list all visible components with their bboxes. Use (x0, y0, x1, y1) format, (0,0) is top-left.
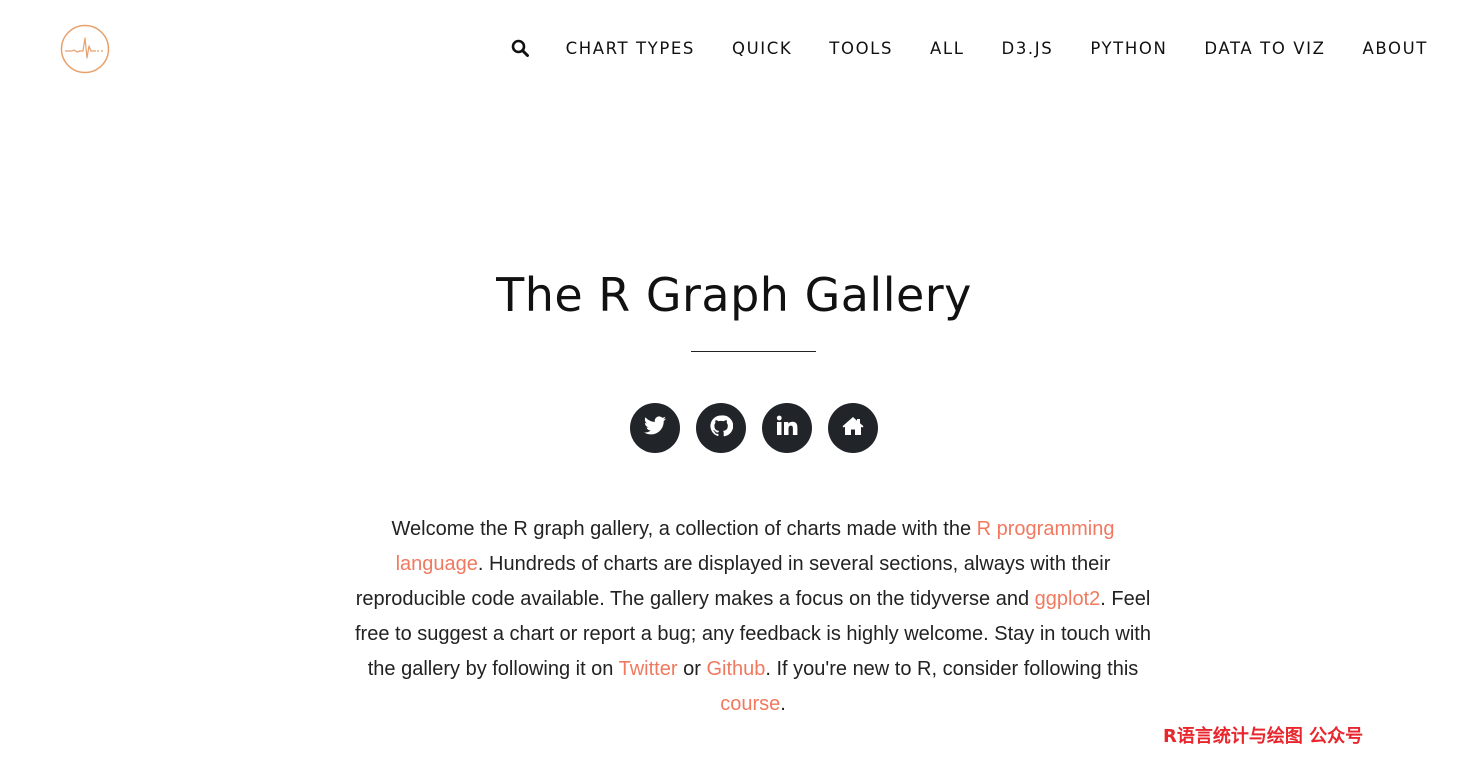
nav-menu: CHART TYPES QUICK TOOLS ALL D3.JS PYTHON… (511, 0, 1428, 96)
home-button[interactable] (828, 403, 878, 453)
navbar: CHART TYPES QUICK TOOLS ALL D3.JS PYTHON… (0, 0, 1468, 96)
title-divider (691, 351, 816, 352)
nav-item-about[interactable]: ABOUT (1363, 39, 1428, 58)
search-icon[interactable] (511, 39, 529, 57)
intro-paragraph: Welcome the R graph gallery, a collectio… (349, 512, 1157, 722)
watermark-text: R语言统计与绘图 公众号 (1163, 726, 1364, 747)
nav-item-d3js[interactable]: D3.JS (1002, 39, 1054, 58)
twitter-icon (643, 414, 667, 443)
nav-item-data-to-viz[interactable]: DATA TO VIZ (1204, 39, 1325, 58)
github-button[interactable] (696, 403, 746, 453)
page: CHART TYPES QUICK TOOLS ALL D3.JS PYTHON… (0, 0, 1468, 771)
nav-item-tools[interactable]: TOOLS (829, 39, 893, 58)
nav-item-chart-types[interactable]: CHART TYPES (566, 39, 695, 58)
intro-text-4: or (677, 658, 707, 680)
course-link[interactable]: course (720, 693, 780, 715)
intro-text-1: Welcome the R graph gallery, a collectio… (391, 518, 977, 540)
linkedin-button[interactable] (762, 403, 812, 453)
ggplot2-link[interactable]: ggplot2 (1035, 588, 1101, 610)
heartbeat-logo-icon[interactable] (60, 24, 110, 74)
intro-text-6: . (780, 693, 786, 715)
github-icon (709, 414, 734, 443)
twitter-button[interactable] (630, 403, 680, 453)
twitter-link[interactable]: Twitter (619, 658, 678, 680)
nav-item-all[interactable]: ALL (930, 39, 964, 58)
intro-text-5: . If you're new to R, consider following… (765, 658, 1139, 680)
nav-item-quick[interactable]: QUICK (732, 39, 792, 58)
nav-item-python[interactable]: PYTHON (1090, 39, 1167, 58)
home-icon (841, 414, 865, 443)
github-link[interactable]: Github (706, 658, 765, 680)
linkedin-icon (775, 414, 799, 443)
page-title: The R Graph Gallery (496, 268, 972, 322)
social-links (630, 403, 878, 453)
